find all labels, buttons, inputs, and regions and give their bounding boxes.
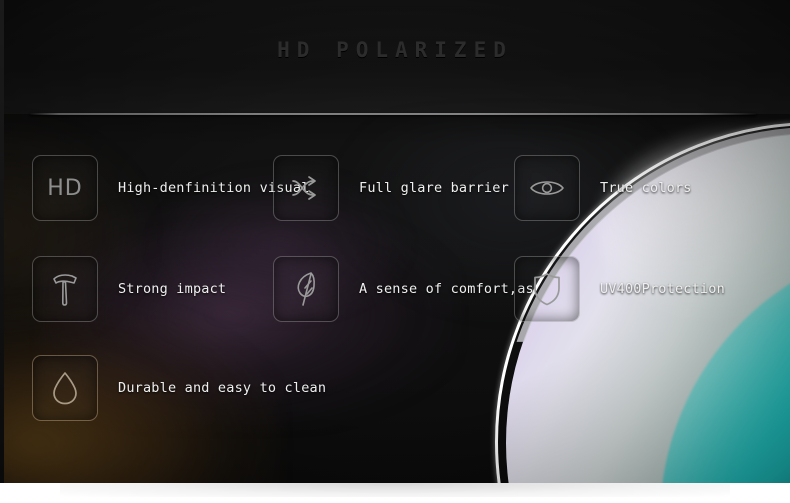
bottom-drop-shadow <box>60 483 730 497</box>
feature-label: UV400Protection <box>600 281 725 297</box>
shuffle-icon <box>273 155 339 221</box>
droplet-icon <box>32 355 98 421</box>
feature-item-sense-of-comfort: A sense of comfort,as <box>273 256 534 322</box>
feature-label: True colors <box>600 180 692 196</box>
banner-stage: HD POLARIZED HD High-denfinition visual <box>0 0 790 483</box>
feature-list: HD High-denfinition visual Full glare ba… <box>0 0 790 483</box>
hd-icon: HD <box>32 155 98 221</box>
feature-item-high-definition-visual: HD High-denfinition visual <box>32 155 310 221</box>
feature-label: Durable and easy to clean <box>118 380 327 396</box>
feature-item-strong-impact: Strong impact <box>32 256 226 322</box>
feature-item-durable-easy-to-clean: Durable and easy to clean <box>32 355 326 421</box>
feather-icon <box>273 256 339 322</box>
hammer-icon <box>32 256 98 322</box>
feature-item-uv400-protection: UV400Protection <box>514 256 725 322</box>
feature-label: A sense of comfort,as <box>359 281 534 297</box>
hd-icon-label: HD <box>47 175 83 201</box>
feature-label: Strong impact <box>118 281 227 297</box>
feature-label: Full glare barrier <box>359 180 509 196</box>
eye-icon <box>514 155 580 221</box>
feature-item-true-colors: True colors <box>514 155 692 221</box>
feature-item-full-glare-barrier: Full glare barrier <box>273 155 509 221</box>
shield-icon <box>514 256 580 322</box>
product-feature-banner: HD POLARIZED HD High-denfinition visual <box>0 0 790 503</box>
